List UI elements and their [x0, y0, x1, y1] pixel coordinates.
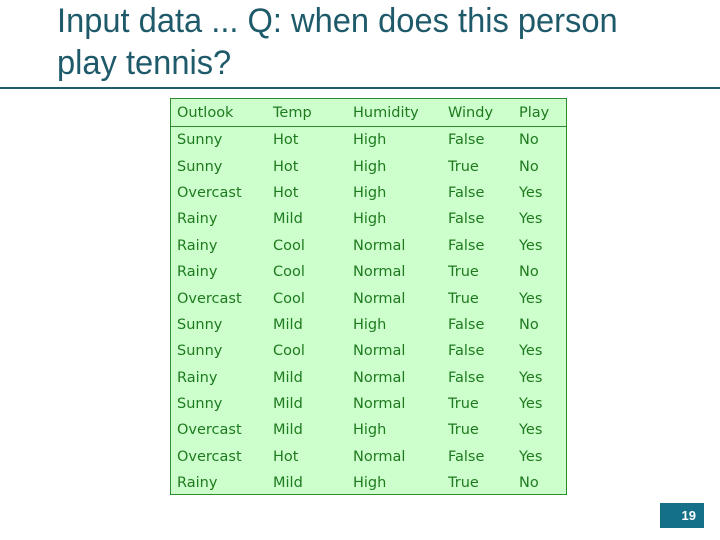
cell-outlook: Overcast	[177, 290, 242, 307]
cell-outlook: Sunny	[177, 316, 223, 333]
table-row: Overcast Mild High True Yes	[171, 417, 566, 443]
cell-outlook: Rainy	[177, 369, 218, 386]
table-row: Rainy Cool Normal True No	[171, 259, 566, 285]
cell-play: Yes	[519, 290, 543, 307]
cell-windy: False	[448, 184, 485, 201]
cell-windy: False	[448, 132, 485, 149]
cell-play: No	[519, 264, 539, 281]
column-header-humidity: Humidity	[353, 104, 419, 121]
title-divider	[0, 87, 720, 89]
cell-play: Yes	[519, 211, 543, 228]
cell-play: Yes	[519, 184, 543, 201]
cell-humidity: Normal	[353, 343, 406, 360]
cell-outlook: Rainy	[177, 475, 218, 492]
cell-outlook: Rainy	[177, 211, 218, 228]
cell-windy: False	[448, 448, 485, 465]
cell-humidity: High	[353, 316, 387, 333]
cell-windy: False	[448, 211, 485, 228]
cell-play: Yes	[519, 369, 543, 386]
cell-temp: Cool	[273, 264, 305, 281]
cell-play: Yes	[519, 343, 543, 360]
slide-title: Input data ... Q: when does this person …	[57, 2, 618, 82]
table-row: Sunny Cool Normal False Yes	[171, 338, 566, 364]
column-header-play: Play	[519, 104, 550, 121]
cell-temp: Mild	[273, 369, 303, 386]
cell-humidity: Normal	[353, 448, 406, 465]
cell-temp: Mild	[273, 211, 303, 228]
table-header-row: Outlook Temp Humidity Windy Play	[171, 99, 566, 127]
column-header-temp: Temp	[273, 104, 312, 121]
cell-temp: Cool	[273, 237, 305, 254]
cell-humidity: Normal	[353, 237, 406, 254]
cell-windy: False	[448, 316, 485, 333]
page-number-badge: 19	[660, 503, 704, 528]
cell-windy: True	[448, 264, 479, 281]
cell-outlook: Sunny	[177, 396, 223, 413]
cell-temp: Mild	[273, 316, 303, 333]
table-row: Sunny Mild Normal True Yes	[171, 391, 566, 417]
cell-windy: True	[448, 475, 479, 492]
cell-temp: Hot	[273, 448, 299, 465]
table-row: Sunny Hot High True No	[171, 153, 566, 179]
cell-play: No	[519, 475, 539, 492]
cell-outlook: Sunny	[177, 343, 223, 360]
table-row: Overcast Hot High False Yes	[171, 180, 566, 206]
cell-windy: False	[448, 237, 485, 254]
cell-humidity: High	[353, 422, 387, 439]
cell-humidity: High	[353, 184, 387, 201]
column-header-outlook: Outlook	[177, 104, 234, 121]
tennis-data-table: Outlook Temp Humidity Windy Play Sunny Ho…	[170, 98, 567, 495]
table-row: Overcast Hot Normal False Yes	[171, 444, 566, 470]
cell-play: No	[519, 132, 539, 149]
cell-windy: True	[448, 422, 479, 439]
cell-humidity: High	[353, 132, 387, 149]
cell-play: Yes	[519, 237, 543, 254]
cell-windy: True	[448, 290, 479, 307]
column-header-windy: Windy	[448, 104, 494, 121]
table-row: Rainy Cool Normal False Yes	[171, 233, 566, 259]
cell-outlook: Rainy	[177, 264, 218, 281]
cell-outlook: Sunny	[177, 132, 223, 149]
cell-outlook: Sunny	[177, 158, 223, 175]
cell-windy: True	[448, 158, 479, 175]
cell-temp: Hot	[273, 158, 299, 175]
cell-play: Yes	[519, 422, 543, 439]
cell-windy: False	[448, 343, 485, 360]
cell-outlook: Overcast	[177, 422, 242, 439]
cell-play: No	[519, 158, 539, 175]
cell-temp: Hot	[273, 184, 299, 201]
cell-humidity: High	[353, 211, 387, 228]
cell-outlook: Rainy	[177, 237, 218, 254]
table-row: Rainy Mild High True No	[171, 470, 566, 496]
cell-temp: Cool	[273, 290, 305, 307]
cell-temp: Hot	[273, 132, 299, 149]
cell-humidity: Normal	[353, 369, 406, 386]
table-row: Sunny Mild High False No	[171, 312, 566, 338]
cell-humidity: Normal	[353, 264, 406, 281]
cell-humidity: High	[353, 475, 387, 492]
cell-windy: False	[448, 369, 485, 386]
cell-humidity: Normal	[353, 290, 406, 307]
cell-humidity: High	[353, 158, 387, 175]
table-row: Rainy Mild Normal False Yes	[171, 365, 566, 391]
table-row: Sunny Hot High False No	[171, 127, 566, 153]
table-body: Sunny Hot High False No Sunny Hot High True No Ove…	[171, 127, 566, 496]
cell-temp: Mild	[273, 396, 303, 413]
table-row: Overcast Cool Normal True Yes	[171, 285, 566, 311]
cell-outlook: Overcast	[177, 448, 242, 465]
cell-play: No	[519, 316, 539, 333]
cell-temp: Mild	[273, 422, 303, 439]
cell-temp: Mild	[273, 475, 303, 492]
cell-temp: Cool	[273, 343, 305, 360]
cell-humidity: Normal	[353, 396, 406, 413]
table-row: Rainy Mild High False Yes	[171, 206, 566, 232]
cell-outlook: Overcast	[177, 184, 242, 201]
page-number: 19	[681, 508, 696, 523]
cell-play: Yes	[519, 396, 543, 413]
cell-play: Yes	[519, 448, 543, 465]
cell-windy: True	[448, 396, 479, 413]
